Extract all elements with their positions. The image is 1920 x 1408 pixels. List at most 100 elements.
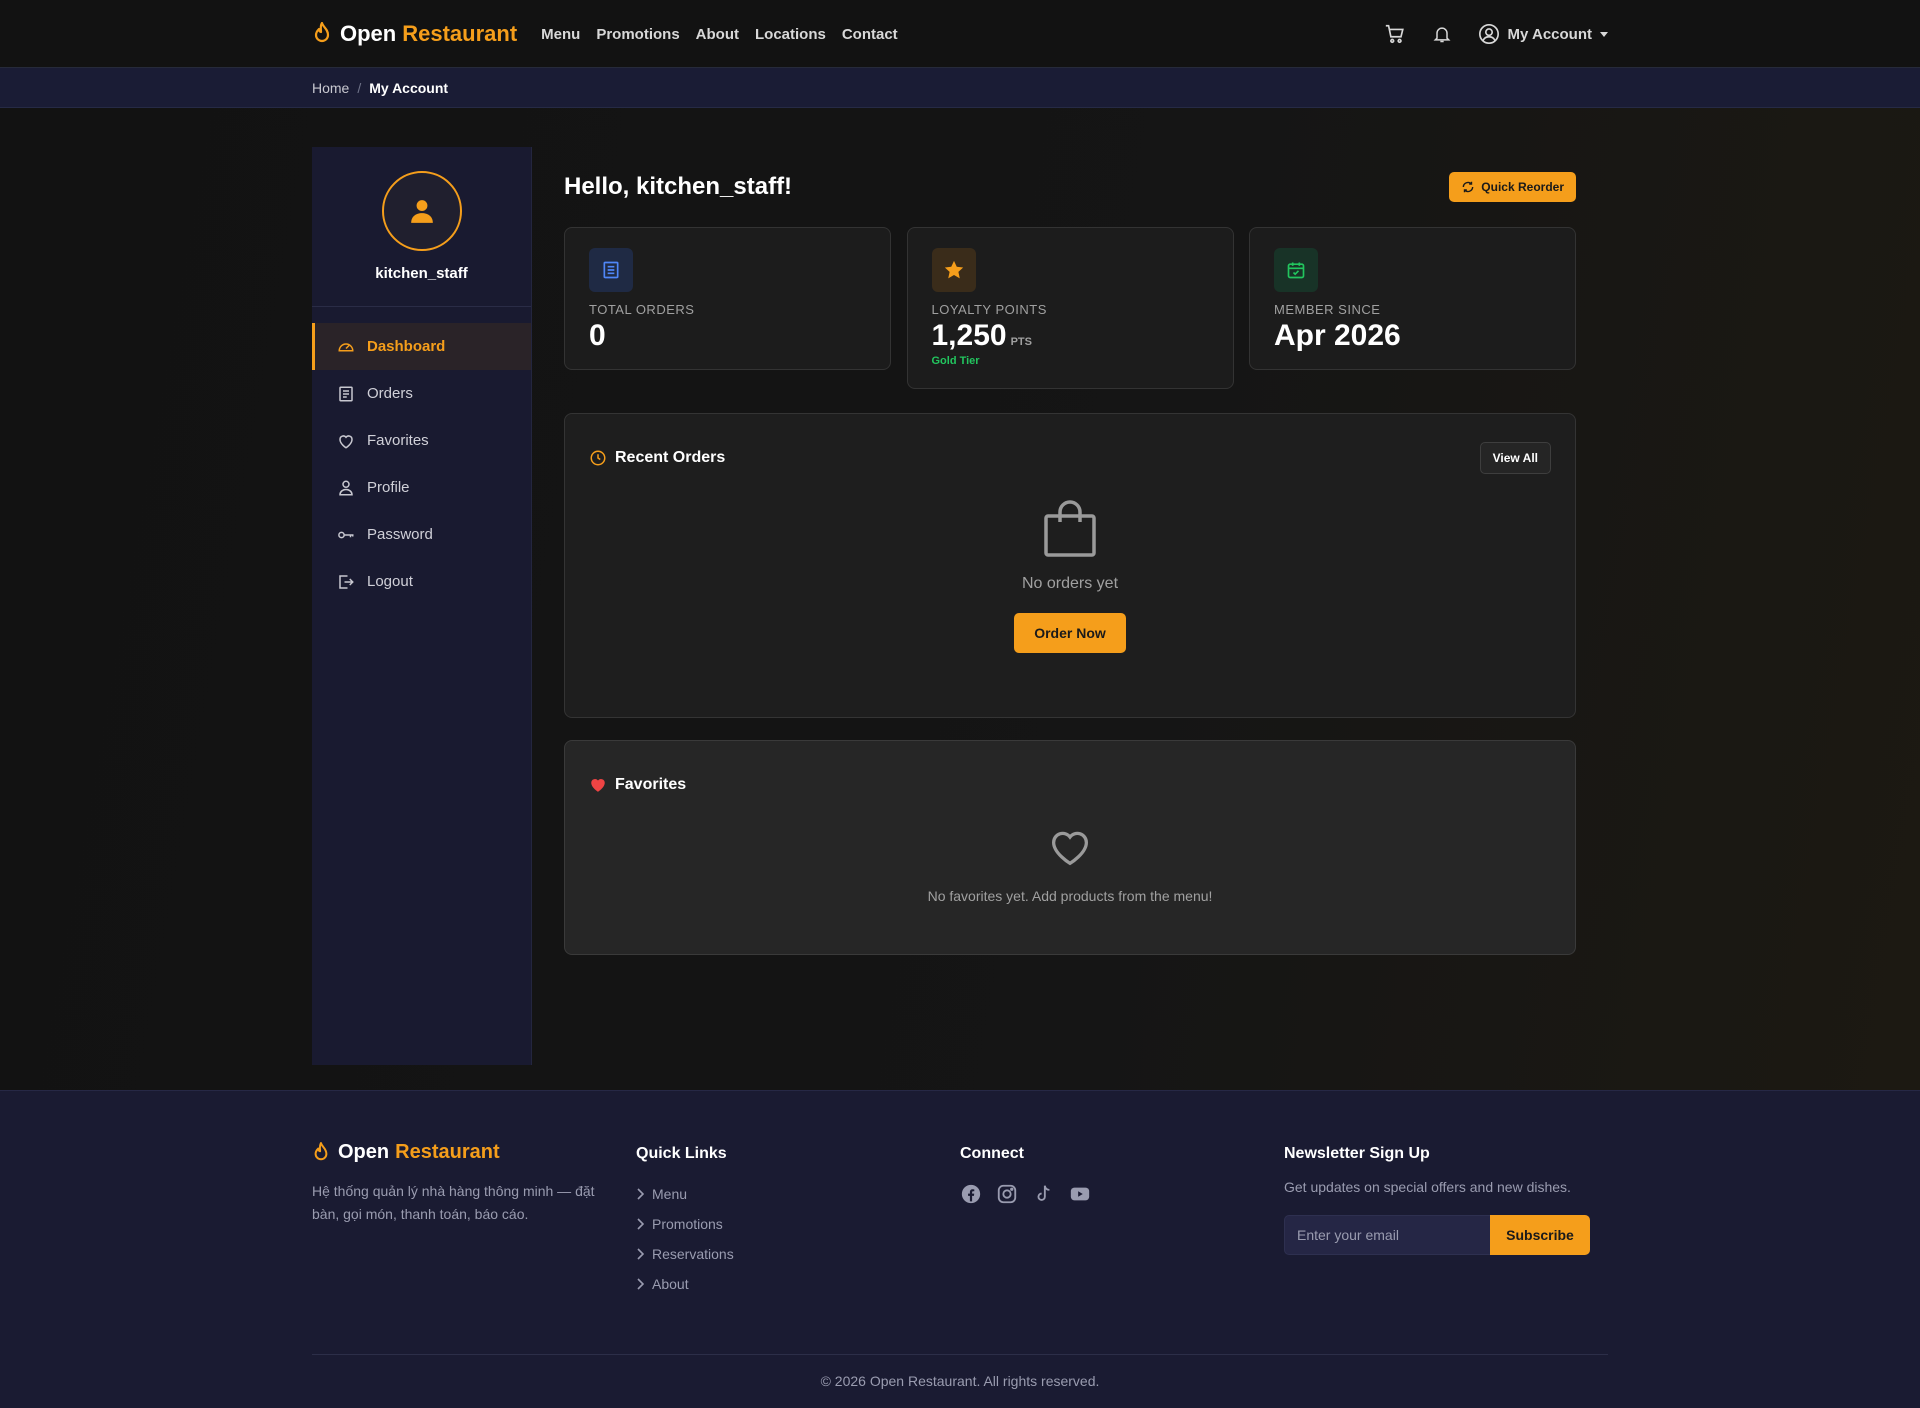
subscribe-button[interactable]: Subscribe: [1490, 1215, 1590, 1255]
footer-heading: Newsletter Sign Up: [1284, 1145, 1430, 1162]
footer-heading: Connect: [960, 1145, 1024, 1162]
stat-value: 0: [589, 319, 606, 352]
chevron-right-icon: [637, 1218, 644, 1230]
nav-link-menu[interactable]: Menu: [541, 26, 580, 43]
sidebar-item-orders[interactable]: Orders: [312, 370, 531, 417]
sidebar-item-label: Orders: [367, 385, 413, 402]
key-icon: [338, 531, 354, 538]
main-area: kitchen_staff Dashboard Orders Favorites…: [0, 108, 1920, 1091]
footer-link-label: Promotions: [652, 1216, 723, 1232]
stat-label: LOYALTY POINTS: [931, 302, 1047, 317]
receipt-icon: [339, 386, 353, 401]
stats-row: TOTAL ORDERS 0 LOYALTY POINTS 1,250 PTS G…: [564, 227, 1576, 389]
empty-favorites-text: No favorites yet. Add products from the …: [927, 888, 1213, 904]
footer-link-label: Menu: [652, 1186, 688, 1202]
nav-link-contact[interactable]: Contact: [842, 26, 898, 43]
chevron-right-icon: [637, 1278, 644, 1290]
order-now-button[interactable]: Order Now: [1014, 613, 1126, 653]
nav-link-promotions[interactable]: Promotions: [596, 26, 679, 43]
nav-actions: My Account: [1358, 23, 1608, 45]
orders-stat-icon: [589, 248, 633, 292]
card-header: Recent Orders View All: [565, 414, 1575, 478]
flame-icon: [314, 1141, 328, 1160]
shopping-bag-icon: [1044, 500, 1096, 557]
user-circle-icon: [1478, 24, 1499, 44]
sidebar-profile: kitchen_staff: [312, 147, 531, 307]
heart-icon: [339, 434, 353, 449]
social-links: [960, 1183, 1284, 1205]
stat-value: Apr 2026: [1274, 319, 1401, 352]
newsletter-email-input[interactable]: [1284, 1215, 1490, 1255]
sidebar-item-password[interactable]: Password: [312, 511, 531, 558]
favorites-card: Favorites No favorites yet. Add products…: [564, 740, 1576, 955]
sidebar-username: kitchen_staff: [375, 265, 468, 282]
clock-icon: [590, 450, 606, 466]
footer-description: Hệ thống quản lý nhà hàng thông minh — đ…: [312, 1183, 595, 1222]
footer-heading: Quick Links: [636, 1145, 727, 1162]
footer-link-about[interactable]: About: [636, 1269, 960, 1299]
sidebar-item-profile[interactable]: Profile: [312, 464, 531, 511]
stat-card-loyalty-points: LOYALTY POINTS 1,250 PTS Gold Tier: [906, 227, 1234, 389]
person-icon: [339, 480, 353, 495]
recent-orders-card: Recent Orders View All No orders yet Ord…: [564, 413, 1576, 718]
avatar: [381, 171, 462, 251]
logout-icon: [339, 574, 354, 589]
dashboard-content: Hello, kitchen_staff! Quick Reorder TOTA…: [564, 147, 1576, 955]
sidebar-item-dashboard[interactable]: Dashboard: [312, 323, 531, 370]
nav-link-about[interactable]: About: [696, 26, 739, 43]
newsletter-text: Get updates on special offers and new di…: [1284, 1179, 1571, 1195]
facebook-icon[interactable]: [960, 1183, 982, 1205]
card-title: Favorites: [615, 776, 687, 793]
refresh-icon: [1462, 181, 1474, 193]
footer-brand[interactable]: Open Restaurant: [312, 1141, 636, 1164]
newsletter-form: Subscribe: [1284, 1215, 1590, 1255]
bell-icon[interactable]: [1432, 23, 1452, 45]
chevron-right-icon: [637, 1248, 644, 1260]
account-sidebar: kitchen_staff Dashboard Orders Favorites…: [312, 147, 532, 1065]
brand-name: Open: [340, 21, 397, 46]
instagram-icon[interactable]: [996, 1183, 1018, 1205]
card-header: Favorites: [565, 741, 1575, 805]
stat-label: TOTAL ORDERS: [589, 302, 695, 317]
brand-logo[interactable]: Open Restaurant: [312, 21, 517, 47]
youtube-icon[interactable]: [1068, 1183, 1092, 1205]
stat-label: MEMBER SINCE: [1274, 302, 1381, 317]
sidebar-item-label: Logout: [367, 573, 413, 590]
footer-link-label: About: [652, 1276, 689, 1292]
quick-reorder-button[interactable]: Quick Reorder: [1449, 172, 1576, 202]
sidebar-item-label: Password: [367, 526, 433, 543]
gauge-icon: [338, 342, 354, 351]
nav-link-locations[interactable]: Locations: [755, 26, 826, 43]
user-icon: [410, 200, 433, 223]
heart-filled-icon: [591, 779, 605, 792]
tiktok-icon[interactable]: [1032, 1183, 1054, 1205]
card-title: Recent Orders: [615, 449, 726, 466]
footer-link-menu[interactable]: Menu: [636, 1179, 960, 1209]
account-dropdown[interactable]: My Account: [1478, 23, 1608, 45]
site-footer: Open Restaurant Hệ thống quản lý nhà hàng…: [0, 1090, 1920, 1408]
page-title: Hello, kitchen_staff!: [564, 173, 793, 200]
footer-link-label: Reservations: [652, 1246, 734, 1262]
favorites-empty-state: No favorites yet. Add products from the …: [565, 805, 1575, 904]
quick-reorder-label: Quick Reorder: [1481, 180, 1564, 194]
caret-down-icon: [1600, 31, 1608, 37]
footer-newsletter: Newsletter Sign Up Get updates on specia…: [1284, 1141, 1608, 1299]
sidebar-item-favorites[interactable]: Favorites: [312, 417, 531, 464]
greeting-row: Hello, kitchen_staff! Quick Reorder: [564, 147, 1576, 227]
sidebar-item-logout[interactable]: Logout: [312, 558, 531, 605]
view-all-button[interactable]: View All: [1479, 442, 1551, 474]
footer-connect: Connect: [960, 1141, 1284, 1299]
sidebar-item-label: Dashboard: [367, 338, 446, 355]
breadcrumb: Home / My Account: [0, 68, 1920, 108]
breadcrumb-separator: /: [357, 80, 362, 96]
footer-link-promotions[interactable]: Promotions: [636, 1209, 960, 1239]
star-icon: [931, 248, 976, 292]
footer-brand-name: Open: [338, 1141, 390, 1163]
orders-empty-state: No orders yet Order Now: [565, 478, 1575, 653]
stat-card-member-since: MEMBER SINCE Apr 2026: [1249, 227, 1576, 370]
sidebar-item-label: Favorites: [367, 432, 429, 449]
cart-icon[interactable]: [1384, 23, 1406, 45]
footer-link-reservations[interactable]: Reservations: [636, 1239, 960, 1269]
breadcrumb-home[interactable]: Home: [312, 80, 349, 96]
footer-copyright: © 2026 Open Restaurant. All rights reser…: [312, 1354, 1608, 1389]
